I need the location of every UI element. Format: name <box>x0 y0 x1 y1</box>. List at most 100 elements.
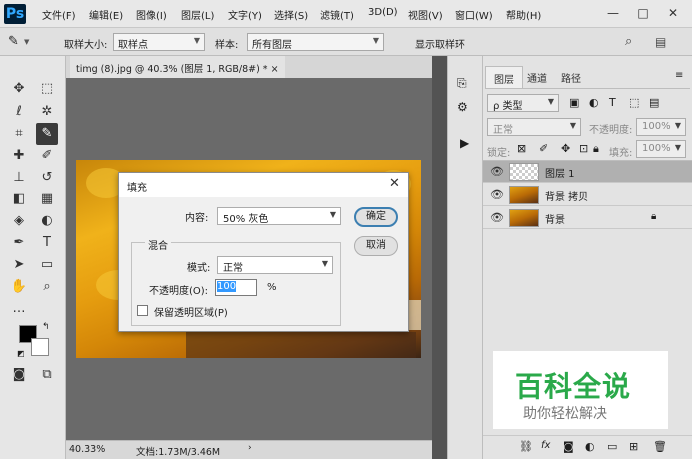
filter-shape-icon[interactable]: ⬚ <box>629 96 639 109</box>
watermark-subtitle: 助你轻松解决 <box>523 406 607 422</box>
quick-mask-icon[interactable]: ◙ <box>8 364 30 386</box>
eyedropper-tool-icon[interactable]: ✎ <box>36 123 58 145</box>
layer-thumbnail <box>509 186 539 204</box>
layer-fill-field[interactable]: 100% ▼ <box>636 140 686 158</box>
menu-view[interactable]: 视图(V) <box>408 7 443 22</box>
maximize-button[interactable]: □ <box>634 4 652 22</box>
screen-mode-icon[interactable]: ⧉ <box>36 364 58 386</box>
tab-channels[interactable]: 通道 <box>519 66 555 88</box>
lock-position-icon[interactable]: ✥ <box>561 142 570 155</box>
blur-tool-icon[interactable]: ◈ <box>8 210 30 232</box>
close-window-button[interactable]: ✕ <box>664 4 682 22</box>
lock-all-icon[interactable]: 🔒︎ <box>593 142 599 156</box>
chevron-right-icon[interactable]: › <box>248 443 252 453</box>
filter-type-icon[interactable]: T <box>609 96 616 109</box>
path-selection-tool-icon[interactable]: ➤ <box>8 254 30 276</box>
close-icon[interactable]: ✕ <box>389 176 400 191</box>
lasso-tool-icon[interactable]: ℓ <box>8 101 30 123</box>
chevron-down-icon: ▼ <box>372 36 379 45</box>
menu-image[interactable]: 图像(I) <box>136 7 167 22</box>
menu-help[interactable]: 帮助(H) <box>506 7 541 22</box>
layer-row[interactable]: 👁︎ 图层 1 <box>483 161 692 183</box>
shape-tool-icon[interactable]: ▭ <box>36 254 58 276</box>
content-select[interactable]: 50% 灰色 ▼ <box>217 207 341 225</box>
filter-smart-object-icon[interactable]: ▤ <box>649 96 659 109</box>
menu-window[interactable]: 窗口(W) <box>455 7 493 22</box>
mode-select[interactable]: 正常 ▼ <box>217 256 333 274</box>
opacity-input[interactable]: 100 <box>215 279 257 296</box>
layer-row[interactable]: 👁︎ 背景 🔒︎ <box>483 207 692 229</box>
close-tab-icon[interactable]: × <box>271 64 279 75</box>
default-colors-icon[interactable]: ◩ <box>17 349 25 358</box>
menu-edit[interactable]: 编辑(E) <box>89 7 123 22</box>
zoom-level[interactable]: 40.33% <box>69 444 105 455</box>
blend-mode-select[interactable]: 正常 ▼ <box>487 118 581 136</box>
layer-opacity-field[interactable]: 100% ▼ <box>636 118 686 136</box>
group-icon[interactable]: ▭ <box>607 440 617 453</box>
lock-icon: 🔒︎ <box>651 211 657 222</box>
menu-file[interactable]: 文件(F) <box>42 7 76 22</box>
hand-tool-icon[interactable]: ✋ <box>8 276 30 298</box>
mask-icon[interactable]: ◙ <box>563 440 574 453</box>
marquee-tool-icon[interactable]: ⬚ <box>36 78 58 100</box>
cancel-button[interactable]: 取消 <box>354 236 398 256</box>
ok-button[interactable]: 确定 <box>354 207 398 227</box>
menu-layer[interactable]: 图层(L) <box>181 7 214 22</box>
filter-image-icon[interactable]: ▣ <box>569 96 579 109</box>
eraser-tool-icon[interactable]: ◧ <box>8 188 30 210</box>
crop-tool-icon[interactable]: ⌗ <box>8 123 30 145</box>
magic-wand-tool-icon[interactable]: ✲ <box>36 101 58 123</box>
preserve-transparency-checkbox[interactable] <box>137 305 148 316</box>
layer-row[interactable]: 👁︎ 背景 拷贝 <box>483 184 692 206</box>
more-tools-icon[interactable]: … <box>8 298 30 320</box>
minimize-button[interactable]: — <box>604 4 622 22</box>
move-tool-icon[interactable]: ✥ <box>8 78 30 100</box>
link-icon[interactable]: ⛓ <box>519 440 533 453</box>
watermark: 百科全说 助你轻松解决 <box>493 351 668 429</box>
workspace-icon[interactable]: ▤ <box>655 35 666 49</box>
tab-paths[interactable]: 路径 <box>553 66 589 88</box>
status-bar: 40.33% 文档:1.73M/3.46M › <box>66 440 432 459</box>
menu-3d[interactable]: 3D(D) <box>368 7 398 18</box>
eyedropper-icon[interactable]: ✎ <box>8 34 19 49</box>
properties-panel-icon[interactable]: ⚙ <box>457 100 468 114</box>
type-tool-icon[interactable]: T <box>36 232 58 254</box>
chevron-down-icon: ▼ <box>674 121 681 130</box>
tool-preset-dropdown-icon[interactable]: ▼ <box>24 38 29 46</box>
swap-colors-icon[interactable]: ↰ <box>42 322 50 332</box>
dodge-tool-icon[interactable]: ◐ <box>36 210 58 232</box>
filter-adjustment-icon[interactable]: ◐ <box>589 96 599 109</box>
search-icon[interactable]: ⌕ <box>625 34 632 49</box>
menu-select[interactable]: 选择(S) <box>274 7 308 22</box>
sample-size-select[interactable]: 取样点 ▼ <box>113 33 205 51</box>
play-action-icon[interactable]: ▶ <box>460 136 469 150</box>
trash-icon[interactable]: 🗑︎ <box>653 440 667 453</box>
menu-filter[interactable]: 滤镜(T) <box>320 7 354 22</box>
lock-artboard-icon[interactable]: ⊡ <box>579 142 588 155</box>
history-brush-tool-icon[interactable]: ↺ <box>36 167 58 189</box>
background-color-swatch[interactable] <box>31 338 49 356</box>
lock-transparent-icon[interactable]: ⊠ <box>517 142 526 155</box>
zoom-tool-icon[interactable]: ⌕ <box>36 276 58 298</box>
menu-type[interactable]: 文字(Y) <box>228 7 262 22</box>
menu-bar: Ps 文件(F) 编辑(E) 图像(I) 图层(L) 文字(Y) 选择(S) 滤… <box>0 0 692 28</box>
adjustment-icon[interactable]: ◐ <box>585 440 595 453</box>
gradient-tool-icon[interactable]: ▦ <box>36 188 58 210</box>
eye-icon[interactable]: 👁︎ <box>490 188 504 201</box>
history-panel-icon[interactable]: ⎘ <box>457 76 467 91</box>
fx-icon[interactable]: fx <box>541 440 550 451</box>
brush-tool-icon[interactable]: ✐ <box>36 145 58 167</box>
pen-tool-icon[interactable]: ✒ <box>8 232 30 254</box>
eye-icon[interactable]: 👁︎ <box>490 211 504 224</box>
sample-select[interactable]: 所有图层 ▼ <box>247 33 384 51</box>
tab-layers[interactable]: 图层 <box>485 66 523 88</box>
lock-pixels-icon[interactable]: ✐ <box>539 142 548 155</box>
layer-filter-select[interactable]: ρ 类型 ▼ <box>487 94 559 112</box>
panel-menu-icon[interactable]: ≡ <box>675 70 683 81</box>
new-layer-icon[interactable]: ⊞ <box>629 440 638 453</box>
eye-icon[interactable]: 👁︎ <box>490 165 504 178</box>
document-tab[interactable]: timg (8).jpg @ 40.3% (图层 1, RGB/8#) * × <box>70 56 285 78</box>
stamp-tool-icon[interactable]: ⊥ <box>8 167 30 189</box>
healing-brush-tool-icon[interactable]: ✚ <box>8 145 30 167</box>
dialog-titlebar[interactable]: 填充 ✕ <box>119 173 408 197</box>
